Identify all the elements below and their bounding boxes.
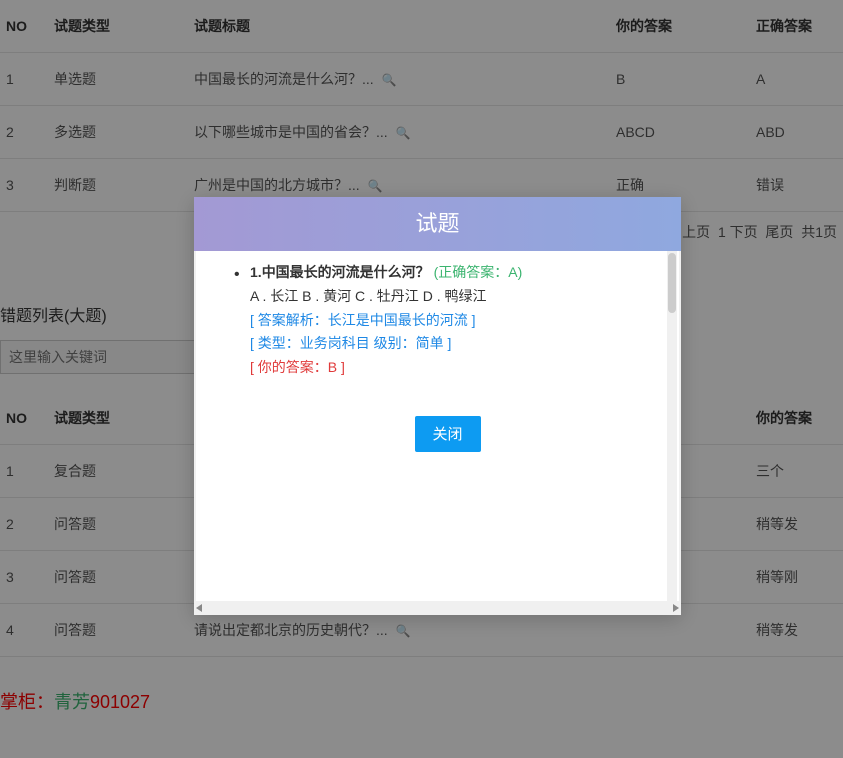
question-options: A . 长江 B . 黄河 C . 牡丹江 D . 鸭绿江 — [250, 285, 645, 309]
correct-answer-label: (正确答案：A) — [434, 264, 523, 280]
question-category: [ 类型：业务岗科目 级别：简单 ] — [250, 332, 645, 356]
question-number: 1. — [250, 264, 262, 280]
your-answer-label: [ 你的答案：B ] — [250, 356, 645, 380]
modal-title: 试题 — [194, 197, 681, 251]
scroll-right-icon[interactable] — [673, 604, 679, 612]
modal-horizontal-scrollbar[interactable] — [194, 601, 681, 615]
question-text: 中国最长的河流是什么河？ — [262, 264, 434, 280]
scroll-left-icon[interactable] — [196, 604, 202, 612]
modal-scrollbar[interactable] — [667, 251, 677, 601]
answer-analysis: [ 答案解析：长江是中国最长的河流 ] — [250, 309, 645, 333]
close-button[interactable]: 关闭 — [415, 416, 481, 452]
question-modal: 试题 1.中国最长的河流是什么河？ (正确答案：A) A . 长江 B . 黄河… — [194, 197, 681, 615]
